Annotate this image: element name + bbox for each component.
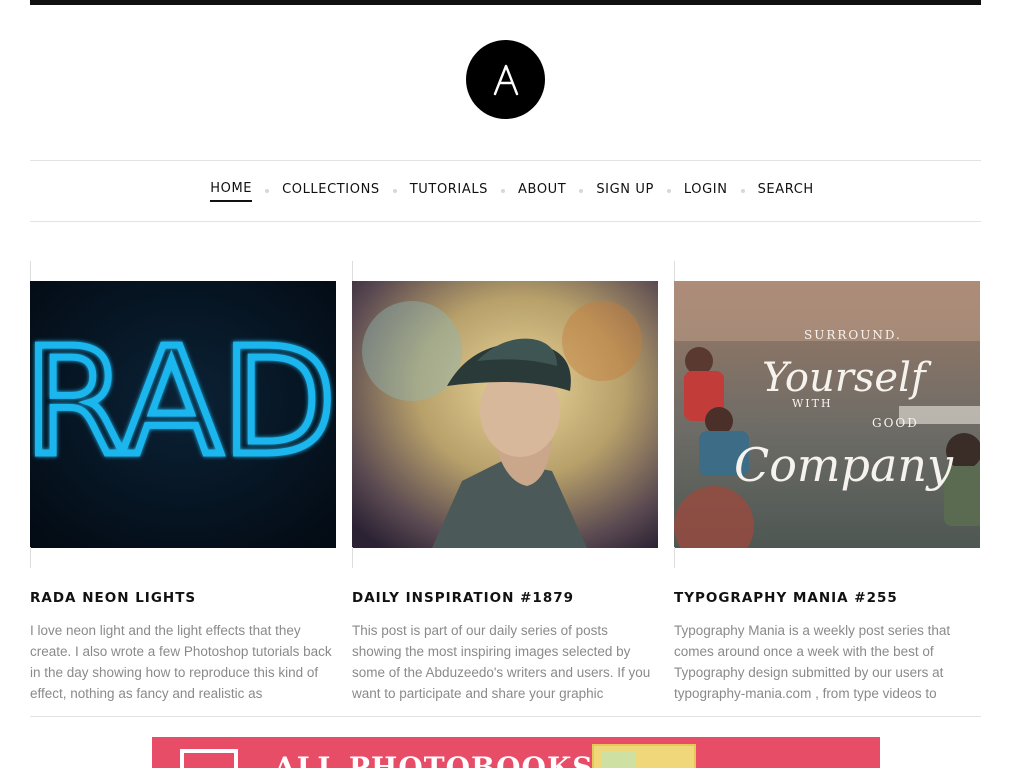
nav-collections[interactable]: COLLECTIONS — [282, 181, 380, 201]
typo-good: GOOD — [872, 416, 919, 430]
nav-separator — [392, 189, 397, 193]
nav-separator — [740, 189, 745, 193]
photo-frame-icon — [180, 749, 238, 768]
top-border — [30, 0, 981, 5]
logo-a-icon — [493, 64, 518, 95]
nav-about[interactable]: ABOUT — [518, 181, 566, 201]
nav-divider-top — [30, 160, 981, 161]
typo-surround: SURROUND. — [804, 328, 902, 342]
content-divider — [30, 716, 981, 717]
typo-yourself: Yourself — [762, 355, 932, 401]
banner-headline: ALL PHOTOBOOKS — [274, 751, 594, 768]
post-title[interactable]: TYPOGRAPHY MANIA #255 — [674, 590, 980, 606]
post-title[interactable]: DAILY INSPIRATION #1879 — [352, 590, 658, 606]
post-excerpt: This post is part of our daily series of… — [352, 623, 651, 701]
nav-search[interactable]: SEARCH — [758, 181, 814, 201]
post-card: RADI RADA NEON LIGHTS I love neon light … — [30, 261, 336, 704]
typo-company: Company — [734, 438, 954, 492]
post-excerpt: Typography Mania is a weekly post series… — [674, 623, 951, 701]
post-thumbnail-typography[interactable]: SURROUND. Yourself WITH GOOD Company — [674, 261, 980, 568]
site-logo[interactable] — [466, 40, 545, 119]
post-card: SURROUND. Yourself WITH GOOD Company TYP… — [674, 261, 980, 704]
nav-divider-bottom — [30, 221, 981, 222]
rooftop-typography-image: SURROUND. Yourself WITH GOOD Company — [674, 281, 980, 548]
post-thumbnail-neon[interactable]: RADI — [30, 261, 336, 568]
post-thumbnail-portrait[interactable] — [352, 261, 658, 568]
nav-separator — [579, 189, 584, 193]
post-title[interactable]: RADA NEON LIGHTS — [30, 590, 336, 606]
nav-separator — [501, 189, 506, 193]
nav-home[interactable]: HOME — [210, 180, 253, 202]
advertisement-banner[interactable]: ALL PHOTOBOOKS — [152, 737, 880, 768]
photobook-image — [592, 744, 696, 768]
nav-sign-up[interactable]: SIGN UP — [596, 181, 654, 201]
main-navigation: HOME COLLECTIONS TUTORIALS ABOUT SIGN UP… — [0, 180, 1024, 202]
nav-separator — [265, 189, 270, 193]
post-excerpt: I love neon light and the light effects … — [30, 623, 332, 701]
nav-separator — [666, 189, 671, 193]
post-card: DAILY INSPIRATION #1879 This post is par… — [352, 261, 658, 704]
nav-tutorials[interactable]: TUTORIALS — [410, 181, 488, 201]
painted-portrait-image — [352, 281, 658, 548]
typo-with: WITH — [792, 397, 833, 410]
neon-letters: RADI — [30, 316, 336, 488]
neon-sign-image: RADI — [30, 281, 336, 548]
nav-login[interactable]: LOGIN — [684, 181, 728, 201]
